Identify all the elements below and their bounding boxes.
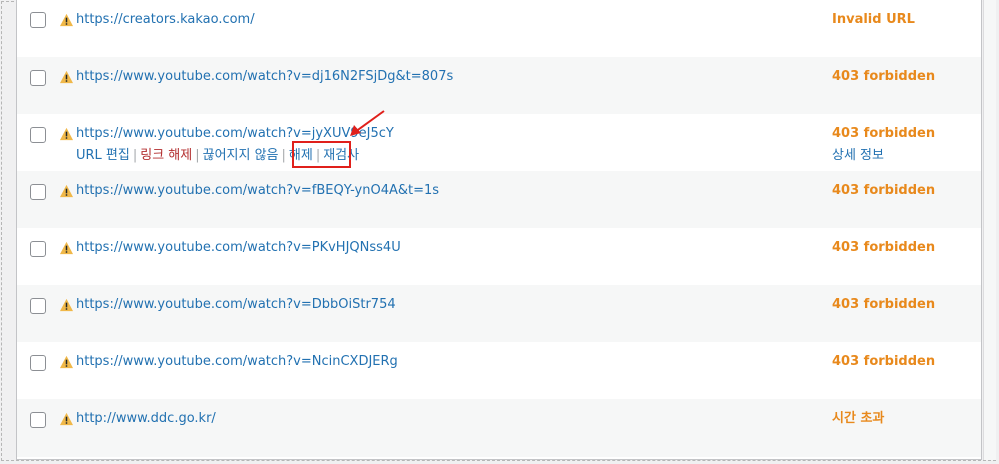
link-status: Invalid URL: [832, 12, 915, 27]
link-url[interactable]: https://www.youtube.com/watch?v=NcinCXDJ…: [76, 354, 398, 370]
link-url[interactable]: https://www.youtube.com/watch?v=dj16N2FS…: [76, 69, 453, 85]
link-status: 403 forbidden: [832, 297, 936, 312]
link-status: 403 forbidden: [832, 183, 936, 198]
details-link[interactable]: 상세 정보: [832, 148, 884, 164]
warning-icon: [59, 298, 74, 312]
row-checkbox[interactable]: [30, 241, 46, 257]
row-checkbox[interactable]: [30, 412, 46, 428]
link-status: 403 forbidden: [832, 354, 936, 369]
row-checkbox[interactable]: [30, 355, 46, 371]
unlink-link[interactable]: 링크 해제: [140, 148, 192, 163]
link-url[interactable]: http://www.ddc.go.kr/: [76, 411, 216, 427]
warning-icon: [59, 184, 74, 198]
warning-icon: [59, 13, 74, 27]
edit-url-link[interactable]: URL 편집: [76, 148, 130, 163]
table-row: https://www.youtube.com/watch?v=NcinCXDJ…: [17, 342, 981, 399]
warning-icon: [59, 70, 74, 84]
link-status: 시간 초과: [832, 411, 885, 426]
link-status: 403 forbidden: [832, 69, 936, 84]
separator: |: [281, 148, 286, 163]
annotation-arrow-icon: [350, 110, 385, 136]
row-checkbox[interactable]: [30, 184, 46, 200]
separator: |: [132, 148, 138, 163]
table-row: https://creators.kakao.com/ Invalid URL: [17, 0, 981, 57]
row-checkbox[interactable]: [30, 12, 46, 28]
link-status: 403 forbidden: [832, 240, 936, 255]
link-url[interactable]: https://www.youtube.com/watch?v=fBEQY-yn…: [76, 183, 439, 199]
link-url[interactable]: https://creators.kakao.com/: [76, 12, 255, 28]
recheck-highlight-box: [292, 141, 351, 168]
warning-icon: [59, 127, 74, 141]
warning-icon: [59, 412, 74, 426]
row-checkbox[interactable]: [30, 70, 46, 86]
warning-icon: [59, 241, 74, 255]
separator: |: [195, 148, 200, 163]
table-row: https://www.youtube.com/watch?v=DbbOiStr…: [17, 285, 981, 342]
link-url[interactable]: https://www.youtube.com/watch?v=DbbOiStr…: [76, 297, 396, 313]
page-edge: [983, 0, 996, 460]
table-row: https://www.youtube.com/watch?v=PKvHJQNs…: [17, 228, 981, 285]
warning-icon: [59, 355, 74, 369]
row-checkbox[interactable]: [30, 127, 46, 143]
table-row: https://www.youtube.com/watch?v=dj16N2FS…: [17, 57, 981, 114]
link-url[interactable]: https://www.youtube.com/watch?v=PKvHJQNs…: [76, 240, 401, 256]
not-broken-link[interactable]: 끊어지지 않음: [203, 148, 279, 163]
table-row: http://www.ddc.go.kr/ 시간 초과: [17, 399, 981, 457]
row-checkbox[interactable]: [30, 298, 46, 314]
link-status: 403 forbidden: [832, 126, 936, 141]
table-row: https://www.youtube.com/watch?v=fBEQY-yn…: [17, 171, 981, 228]
broken-links-table: https://creators.kakao.com/ Invalid URL …: [16, 0, 982, 460]
table-row: https://www.youtube.com/watch?v=jyXUV9eJ…: [17, 114, 981, 171]
